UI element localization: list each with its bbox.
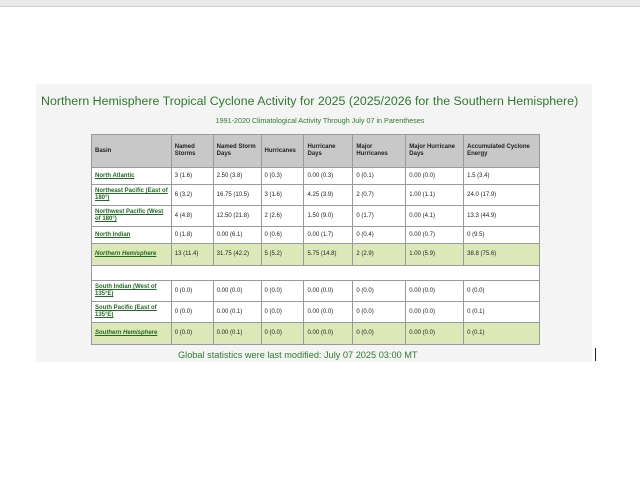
table-cell: 4.25 (3.9) [303, 184, 354, 206]
table-row: South Indian (West of 135°E) 0 (0.0) 0.0… [91, 280, 540, 302]
table-cell: 2 (2.9) [352, 243, 407, 266]
table-cell: 0.00 (6.1) [212, 226, 262, 244]
table-cell: 2 (0.7) [352, 184, 407, 206]
table-total-row-southern: Southern Hemisphere 0 (0.0) 0.00 (0.1) 0… [91, 322, 540, 345]
table-cell: 0 (0.0) [260, 322, 305, 345]
table-cell: 0 (0.0) [170, 322, 214, 345]
table-cell: 0 (0.0) [352, 280, 407, 302]
table-cell: 2.50 (3.8) [212, 167, 262, 185]
table-cell: 0.00 (0.0) [212, 280, 262, 302]
table-cell: 0 (0.4) [352, 226, 407, 244]
header-major-hurricanes: Major Hurricanes [352, 134, 407, 168]
table-cell: 0.00 (0.0) [405, 280, 465, 302]
basin-link-northern-hemisphere[interactable]: Northern Hemisphere [95, 251, 156, 257]
table-cell: 0 (0.0) [352, 301, 407, 323]
table-row: Northeast Pacific (East of 180°) 6 (3.2)… [91, 184, 540, 206]
window-top-bar [0, 0, 640, 7]
table-cell: 0 (1.8) [170, 226, 214, 244]
table-cell: 31.75 (42.2) [212, 243, 262, 266]
basin-link-south-pacific[interactable]: South Pacific (East of 135°E) [95, 305, 157, 318]
table-cell: 0.00 (0.0) [405, 322, 465, 345]
table-cell: 0.00 (0.0) [303, 280, 354, 302]
header-basin: Basin [91, 134, 172, 168]
header-hurricane-days: Hurricane Days [303, 134, 354, 168]
table-row: North Atlantic 3 (1.6) 2.50 (3.8) 0 (0.3… [91, 167, 540, 185]
table-cell: 0.00 (0.0) [405, 167, 465, 185]
table-cell: 0 (0.1) [463, 322, 540, 345]
table-row: Northwest Pacific (West of 180°) 4 (4.8)… [91, 205, 540, 227]
table-cell: 1.00 (5.9) [405, 243, 465, 266]
table-cell: 0.00 (0.1) [212, 322, 262, 345]
table-cell: 0 (1.7) [352, 205, 407, 227]
header-hurricanes: Hurricanes [260, 134, 305, 168]
table-cell: 0 (0.6) [260, 226, 305, 244]
header-named-storms: Named Storms [170, 134, 214, 168]
table-cell: 0 (0.0) [463, 280, 540, 302]
table-cell: 0 (9.5) [463, 226, 540, 244]
text-cursor [595, 348, 596, 361]
table-cell: 0.00 (0.0) [405, 301, 465, 323]
basin-link-south-indian[interactable]: South Indian (West of 135°E) [95, 284, 157, 297]
table-cell: 2 (2.6) [260, 205, 305, 227]
table-cell: 0 (0.0) [352, 322, 407, 345]
table-spacer-row [91, 265, 540, 281]
table-cell: 5 (5.2) [260, 243, 305, 266]
table-cell: 16.75 (10.5) [212, 184, 262, 206]
basin-link-north-atlantic[interactable]: North Atlantic [95, 173, 134, 179]
basin-link-southern-hemisphere[interactable]: Southern Hemisphere [95, 330, 157, 336]
table-total-row-northern: Northern Hemisphere 13 (11.4) 31.75 (42.… [91, 243, 540, 266]
table-cell: 1.00 (1.1) [405, 184, 465, 206]
table-cell: 3 (1.6) [260, 184, 305, 206]
table-cell: 13 (11.4) [170, 243, 214, 266]
cyclone-activity-table: Basin Named Storms Named Storm Days Hurr… [91, 134, 540, 345]
table-cell: 12.50 (21.8) [212, 205, 262, 227]
table-cell: 0.00 (0.7) [405, 226, 465, 244]
table-row: South Pacific (East of 135°E) 0 (0.0) 0.… [91, 301, 540, 323]
basin-link-northwest-pacific[interactable]: Northwest Pacific (West of 180°) [95, 209, 163, 222]
table-cell: 0.00 (0.3) [303, 167, 354, 185]
page-subtitle: 1991-2020 Climatological Activity Throug… [215, 116, 425, 125]
table-cell: 0 (0.0) [170, 301, 214, 323]
table-cell: 0.00 (1.7) [303, 226, 354, 244]
header-ace: Accumulated Cyclone Energy [463, 134, 540, 168]
table-cell: 0 (0.0) [260, 301, 305, 323]
table-row: North Indian 0 (1.8) 0.00 (6.1) 0 (0.6) … [91, 226, 540, 244]
table-cell: 6 (3.2) [170, 184, 214, 206]
table-cell: 0 (0.1) [463, 301, 540, 323]
table-cell: 4 (4.8) [170, 205, 214, 227]
header-major-hurricane-days: Major Hurricane Days [405, 134, 465, 168]
table-header-row: Basin Named Storms Named Storm Days Hurr… [91, 134, 540, 168]
table-cell: 0 (0.3) [260, 167, 305, 185]
table-cell: 0 (0.1) [352, 167, 407, 185]
page-title: Northern Hemisphere Tropical Cyclone Act… [41, 94, 579, 108]
table-cell: 5.75 (14.8) [303, 243, 354, 266]
last-modified-footer: Global statistics were last modified: Ju… [178, 350, 418, 360]
table-cell: 1.5 (3.4) [463, 167, 540, 185]
basin-link-north-indian[interactable]: North Indian [95, 232, 130, 238]
table-cell: 0 (0.0) [170, 280, 214, 302]
table-cell: 1.50 (9.0) [303, 205, 354, 227]
table-cell: 0.00 (0.0) [303, 322, 354, 345]
table-cell: 0.00 (0.1) [212, 301, 262, 323]
table-cell: 13.3 (44.9) [463, 205, 540, 227]
table-cell: 0 (0.0) [260, 280, 305, 302]
basin-link-northeast-pacific[interactable]: Northeast Pacific (East of 180°) [95, 188, 168, 201]
table-cell: 24.0 (17.9) [463, 184, 540, 206]
table-cell: 0.00 (0.0) [303, 301, 354, 323]
table-cell: 3 (1.6) [170, 167, 214, 185]
table-cell: 0.00 (4.1) [405, 205, 465, 227]
table-cell: 38.8 (75.6) [463, 243, 540, 266]
header-named-storm-days: Named Storm Days [212, 134, 262, 168]
